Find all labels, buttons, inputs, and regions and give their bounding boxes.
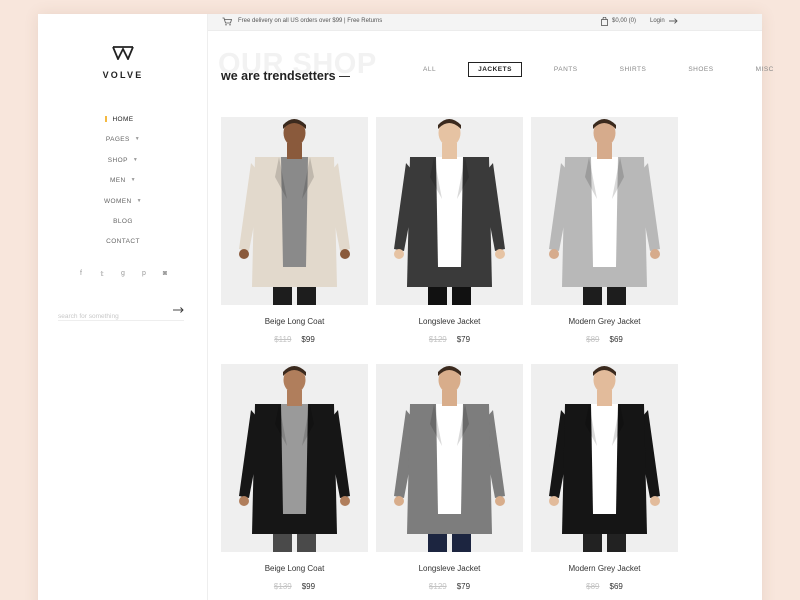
product-name[interactable]: Modern Grey Jacket (531, 317, 678, 326)
product-prices: $89 $69 (531, 582, 678, 591)
price: $99 (301, 335, 315, 344)
filter-jackets[interactable]: JACKETS (468, 62, 522, 77)
sidebar: VOLVE HOME PAGES ▼ SHOP ▼ MEN ▼ WOMEN ▼ BLOG (38, 14, 208, 600)
product-card[interactable]: Beige Long Coat $139 $99 (221, 364, 368, 591)
product-prices: $129 $79 (376, 582, 523, 591)
pinterest-icon[interactable]: p (139, 270, 149, 278)
nav-item-home[interactable]: HOME (38, 114, 208, 134)
product-card[interactable]: Beige Long Coat $119 $99 (221, 117, 368, 344)
product-name[interactable]: Longsleve Jacket (376, 564, 523, 573)
twitter-icon[interactable]: 𝕥 (97, 270, 107, 278)
old-price: $139 (273, 582, 292, 591)
category-filters: ALL JACKETS PANTS SHIRTS SHOES MISC (422, 62, 800, 77)
model-figure (376, 117, 523, 305)
facebook-icon[interactable]: f (76, 270, 86, 278)
old-price: $129 (428, 582, 447, 591)
shopping-bag-icon[interactable] (601, 17, 608, 26)
model-figure (531, 364, 678, 552)
product-prices: $129 $79 (376, 335, 523, 344)
nav-item-label: PAGES (105, 136, 130, 144)
product-image[interactable] (221, 117, 368, 305)
nav-item-pages[interactable]: PAGES ▼ (38, 134, 208, 154)
logo-mark-icon (112, 46, 134, 60)
promo-text: Free delivery on all US orders over $99 … (238, 18, 383, 24)
model-figure (221, 364, 368, 552)
product-name[interactable]: Beige Long Coat (221, 317, 368, 326)
page-title: we are trendsetters (221, 69, 350, 83)
model-figure (531, 117, 678, 305)
nav-item-label: BLOG (113, 217, 133, 225)
tagline-text: we are trendsetters (221, 69, 336, 83)
search-input[interactable] (58, 310, 163, 320)
instagram-icon[interactable]: ◙ (160, 270, 170, 278)
google-plus-icon[interactable]: g (118, 270, 128, 278)
model-figure (376, 364, 523, 552)
product-name[interactable]: Beige Long Coat (221, 564, 368, 573)
brand-logo[interactable]: VOLVE (38, 46, 208, 80)
nav-item-label: MEN (109, 177, 126, 185)
nav-item-contact[interactable]: CONTACT (38, 236, 208, 256)
nav-item-label: CONTACT (106, 238, 140, 246)
brand-name: VOLVE (102, 70, 144, 80)
filter-pants[interactable]: PANTS (544, 62, 588, 77)
price: $69 (609, 335, 623, 344)
nav-item-men[interactable]: MEN ▼ (38, 175, 208, 195)
product-image[interactable] (376, 117, 523, 305)
active-indicator (105, 116, 107, 122)
price: $79 (456, 335, 471, 344)
login-arrow-icon[interactable] (669, 18, 678, 24)
login-link[interactable]: Login (650, 18, 665, 24)
chevron-down-icon: ▼ (134, 136, 141, 143)
cart-total[interactable]: $0,00 (0) (612, 18, 636, 24)
filter-shoes[interactable]: SHOES (678, 62, 723, 77)
nav-item-label: WOMEN (104, 197, 132, 205)
filter-all[interactable]: ALL (422, 62, 446, 77)
social-links: f 𝕥 g p ◙ (76, 270, 170, 278)
search-submit-arrow-icon[interactable] (173, 307, 184, 313)
product-card[interactable]: Longsleve Jacket $129 $79 (376, 364, 523, 591)
old-price: $119 (274, 335, 292, 344)
product-prices: $89 $69 (531, 335, 678, 344)
product-prices: $119 $99 (221, 335, 368, 344)
old-price: $89 (586, 335, 600, 344)
product-name[interactable]: Longsleve Jacket (376, 317, 523, 326)
product-image[interactable] (531, 117, 678, 305)
title-dash (338, 76, 350, 77)
page-frame: VOLVE HOME PAGES ▼ SHOP ▼ MEN ▼ WOMEN ▼ BLOG (38, 14, 773, 600)
old-price: $129 (428, 335, 447, 344)
chevron-down-icon: ▼ (136, 197, 142, 204)
sidebar-search (58, 305, 184, 321)
price: $79 (456, 582, 471, 591)
product-card[interactable]: Modern Grey Jacket $89 $69 (531, 364, 678, 591)
price: $99 (301, 582, 316, 591)
product-image[interactable] (221, 364, 368, 552)
nav-item-shop[interactable]: SHOP ▼ (38, 155, 208, 175)
product-image[interactable] (531, 364, 678, 552)
filter-shirts[interactable]: SHIRTS (610, 62, 657, 77)
top-bar: Free delivery on all US orders over $99 … (208, 14, 762, 31)
old-price: $89 (586, 582, 600, 591)
nav-item-blog[interactable]: BLOG (38, 216, 208, 236)
product-card[interactable]: Longsleve Jacket $129 $79 (376, 117, 523, 344)
nav-item-label: HOME (112, 116, 134, 123)
model-figure (221, 117, 368, 305)
product-card[interactable]: Modern Grey Jacket $89 $69 (531, 117, 678, 344)
nav-item-women[interactable]: WOMEN ▼ (38, 196, 208, 216)
chevron-down-icon: ▼ (130, 177, 136, 184)
chevron-down-icon: ▼ (132, 156, 139, 163)
product-name[interactable]: Modern Grey Jacket (531, 564, 678, 573)
main-nav: HOME PAGES ▼ SHOP ▼ MEN ▼ WOMEN ▼ BLOG CONTA… (38, 114, 208, 257)
product-prices: $139 $99 (221, 582, 368, 591)
shopping-cart-icon (222, 17, 232, 26)
price: $69 (609, 582, 623, 591)
product-image[interactable] (376, 364, 523, 552)
nav-item-label: SHOP (107, 156, 128, 164)
filter-misc[interactable]: MISC (746, 62, 784, 77)
